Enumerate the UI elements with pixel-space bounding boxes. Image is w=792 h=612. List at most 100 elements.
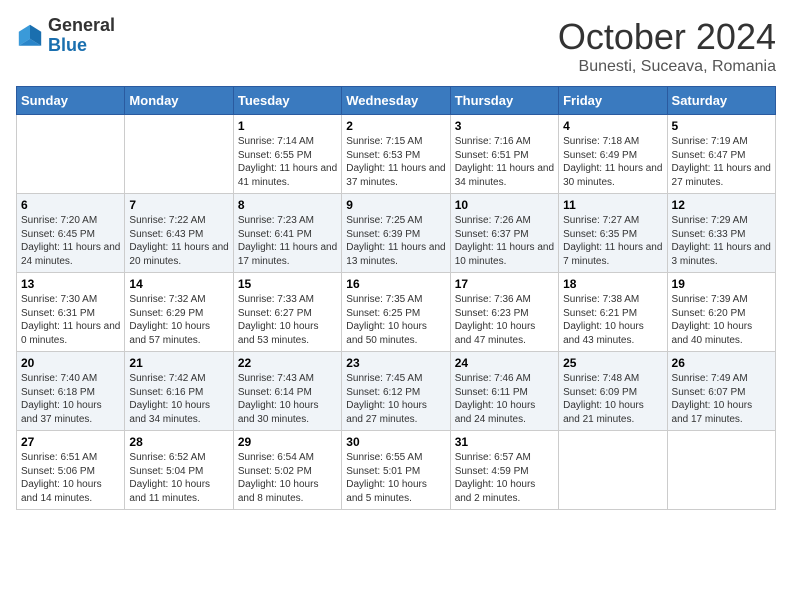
day-cell: 12Sunrise: 7:29 AM Sunset: 6:33 PM Dayli… bbox=[667, 194, 775, 273]
day-info: Sunrise: 7:48 AM Sunset: 6:09 PM Dayligh… bbox=[563, 372, 662, 426]
day-info: Sunrise: 6:52 AM Sunset: 5:04 PM Dayligh… bbox=[129, 451, 228, 505]
page-header: General Blue October 2024 Bunesti, Sucea… bbox=[16, 16, 776, 76]
day-cell bbox=[125, 115, 233, 194]
day-cell: 11Sunrise: 7:27 AM Sunset: 6:35 PM Dayli… bbox=[559, 194, 667, 273]
day-info: Sunrise: 7:26 AM Sunset: 6:37 PM Dayligh… bbox=[455, 214, 554, 268]
day-cell: 16Sunrise: 7:35 AM Sunset: 6:25 PM Dayli… bbox=[342, 273, 450, 352]
day-info: Sunrise: 7:18 AM Sunset: 6:49 PM Dayligh… bbox=[563, 135, 662, 189]
day-info: Sunrise: 7:38 AM Sunset: 6:21 PM Dayligh… bbox=[563, 293, 662, 347]
week-row-3: 13 Sunrise: 7:30 AM Sunset: 6:31 PM Dayli… bbox=[17, 273, 776, 352]
day-info: Sunrise: 6:54 AM Sunset: 5:02 PM Dayligh… bbox=[238, 451, 337, 505]
day-info: Sunrise: 7:15 AM Sunset: 6:53 PM Dayligh… bbox=[346, 135, 445, 189]
day-cell bbox=[17, 115, 125, 194]
day-info: Sunrise: 7:35 AM Sunset: 6:25 PM Dayligh… bbox=[346, 293, 445, 347]
day-cell: 21 Sunrise: 7:42 AM Sunset: 6:16 PM Dayli… bbox=[125, 352, 233, 431]
day-number: 11 bbox=[563, 198, 662, 212]
location-title: Bunesti, Suceava, Romania bbox=[558, 58, 776, 76]
day-info: Sunrise: 7:43 AM Sunset: 6:14 PM Dayligh… bbox=[238, 372, 337, 426]
day-number: 8 bbox=[238, 198, 337, 212]
day-cell: 3 Sunrise: 7:16 AM Sunset: 6:51 PM Daylig… bbox=[450, 115, 558, 194]
day-number: 12 bbox=[672, 198, 771, 212]
month-title: October 2024 bbox=[558, 16, 776, 58]
day-info: Sunrise: 7:16 AM Sunset: 6:51 PM Dayligh… bbox=[455, 135, 554, 189]
title-block: October 2024 Bunesti, Suceava, Romania bbox=[558, 16, 776, 76]
day-cell: 2Sunrise: 7:15 AM Sunset: 6:53 PM Daylig… bbox=[342, 115, 450, 194]
day-info: Sunrise: 6:55 AM Sunset: 5:01 PM Dayligh… bbox=[346, 451, 445, 505]
logo-general-text: General bbox=[48, 15, 115, 35]
day-cell: 25 Sunrise: 7:48 AM Sunset: 6:09 PM Dayli… bbox=[559, 352, 667, 431]
day-number: 17 bbox=[455, 277, 554, 291]
day-info: Sunrise: 7:40 AM Sunset: 6:18 PM Dayligh… bbox=[21, 372, 120, 426]
week-row-5: 27 Sunrise: 6:51 AM Sunset: 5:06 PM Dayli… bbox=[17, 431, 776, 510]
day-cell: 19 Sunrise: 7:39 AM Sunset: 6:20 PM Dayli… bbox=[667, 273, 775, 352]
day-number: 4 bbox=[563, 119, 662, 133]
weekday-header-saturday: Saturday bbox=[667, 87, 775, 115]
day-cell bbox=[559, 431, 667, 510]
day-cell: 17 Sunrise: 7:36 AM Sunset: 6:23 PM Dayli… bbox=[450, 273, 558, 352]
day-cell: 18 Sunrise: 7:38 AM Sunset: 6:21 PM Dayli… bbox=[559, 273, 667, 352]
day-cell: 26Sunrise: 7:49 AM Sunset: 6:07 PM Dayli… bbox=[667, 352, 775, 431]
day-cell: 4 Sunrise: 7:18 AM Sunset: 6:49 PM Daylig… bbox=[559, 115, 667, 194]
day-cell: 10 Sunrise: 7:26 AM Sunset: 6:37 PM Dayli… bbox=[450, 194, 558, 273]
day-number: 19 bbox=[672, 277, 771, 291]
day-cell: 14 Sunrise: 7:32 AM Sunset: 6:29 PM Dayli… bbox=[125, 273, 233, 352]
day-number: 24 bbox=[455, 356, 554, 370]
logo-icon bbox=[16, 22, 44, 50]
day-number: 5 bbox=[672, 119, 771, 133]
day-number: 7 bbox=[129, 198, 228, 212]
day-cell: 20 Sunrise: 7:40 AM Sunset: 6:18 PM Dayli… bbox=[17, 352, 125, 431]
day-cell: 5Sunrise: 7:19 AM Sunset: 6:47 PM Daylig… bbox=[667, 115, 775, 194]
day-cell: 28 Sunrise: 6:52 AM Sunset: 5:04 PM Dayli… bbox=[125, 431, 233, 510]
day-cell: 23 Sunrise: 7:45 AM Sunset: 6:12 PM Dayli… bbox=[342, 352, 450, 431]
day-info: Sunrise: 7:46 AM Sunset: 6:11 PM Dayligh… bbox=[455, 372, 554, 426]
day-cell: 6Sunrise: 7:20 AM Sunset: 6:45 PM Daylig… bbox=[17, 194, 125, 273]
day-cell: 9 Sunrise: 7:25 AM Sunset: 6:39 PM Daylig… bbox=[342, 194, 450, 273]
day-info: Sunrise: 7:39 AM Sunset: 6:20 PM Dayligh… bbox=[672, 293, 771, 347]
day-cell: 24 Sunrise: 7:46 AM Sunset: 6:11 PM Dayli… bbox=[450, 352, 558, 431]
day-info: Sunrise: 6:57 AM Sunset: 4:59 PM Dayligh… bbox=[455, 451, 554, 505]
week-row-4: 20 Sunrise: 7:40 AM Sunset: 6:18 PM Dayli… bbox=[17, 352, 776, 431]
weekday-header-sunday: Sunday bbox=[17, 87, 125, 115]
day-cell: 29Sunrise: 6:54 AM Sunset: 5:02 PM Dayli… bbox=[233, 431, 341, 510]
day-info: Sunrise: 7:25 AM Sunset: 6:39 PM Dayligh… bbox=[346, 214, 445, 268]
day-number: 30 bbox=[346, 435, 445, 449]
day-info: Sunrise: 7:32 AM Sunset: 6:29 PM Dayligh… bbox=[129, 293, 228, 347]
logo-blue-text: Blue bbox=[48, 35, 87, 55]
day-number: 31 bbox=[455, 435, 554, 449]
day-number: 14 bbox=[129, 277, 228, 291]
day-number: 3 bbox=[455, 119, 554, 133]
day-info: Sunrise: 6:51 AM Sunset: 5:06 PM Dayligh… bbox=[21, 451, 120, 505]
week-row-1: 1Sunrise: 7:14 AM Sunset: 6:55 PM Daylig… bbox=[17, 115, 776, 194]
day-info: Sunrise: 7:23 AM Sunset: 6:41 PM Dayligh… bbox=[238, 214, 337, 268]
week-row-2: 6Sunrise: 7:20 AM Sunset: 6:45 PM Daylig… bbox=[17, 194, 776, 273]
day-number: 25 bbox=[563, 356, 662, 370]
day-info: Sunrise: 7:36 AM Sunset: 6:23 PM Dayligh… bbox=[455, 293, 554, 347]
weekday-header-monday: Monday bbox=[125, 87, 233, 115]
day-number: 27 bbox=[21, 435, 120, 449]
day-cell: 31 Sunrise: 6:57 AM Sunset: 4:59 PM Dayli… bbox=[450, 431, 558, 510]
day-number: 6 bbox=[21, 198, 120, 212]
logo: General Blue bbox=[16, 16, 115, 56]
day-info: Sunrise: 7:30 AM Sunset: 6:31 PM Dayligh… bbox=[21, 293, 120, 347]
day-number: 23 bbox=[346, 356, 445, 370]
weekday-header-friday: Friday bbox=[559, 87, 667, 115]
day-number: 9 bbox=[346, 198, 445, 212]
day-number: 21 bbox=[129, 356, 228, 370]
day-info: Sunrise: 7:49 AM Sunset: 6:07 PM Dayligh… bbox=[672, 372, 771, 426]
day-number: 13 bbox=[21, 277, 120, 291]
day-cell: 7 Sunrise: 7:22 AM Sunset: 6:43 PM Daylig… bbox=[125, 194, 233, 273]
weekday-header-row: SundayMondayTuesdayWednesdayThursdayFrid… bbox=[17, 87, 776, 115]
calendar-table: SundayMondayTuesdayWednesdayThursdayFrid… bbox=[16, 86, 776, 510]
day-info: Sunrise: 7:42 AM Sunset: 6:16 PM Dayligh… bbox=[129, 372, 228, 426]
day-cell: 15Sunrise: 7:33 AM Sunset: 6:27 PM Dayli… bbox=[233, 273, 341, 352]
day-info: Sunrise: 7:22 AM Sunset: 6:43 PM Dayligh… bbox=[129, 214, 228, 268]
day-number: 22 bbox=[238, 356, 337, 370]
day-number: 18 bbox=[563, 277, 662, 291]
day-info: Sunrise: 7:33 AM Sunset: 6:27 PM Dayligh… bbox=[238, 293, 337, 347]
day-cell: 1Sunrise: 7:14 AM Sunset: 6:55 PM Daylig… bbox=[233, 115, 341, 194]
day-info: Sunrise: 7:45 AM Sunset: 6:12 PM Dayligh… bbox=[346, 372, 445, 426]
day-cell: 13 Sunrise: 7:30 AM Sunset: 6:31 PM Dayli… bbox=[17, 273, 125, 352]
day-number: 10 bbox=[455, 198, 554, 212]
day-number: 28 bbox=[129, 435, 228, 449]
day-number: 20 bbox=[21, 356, 120, 370]
